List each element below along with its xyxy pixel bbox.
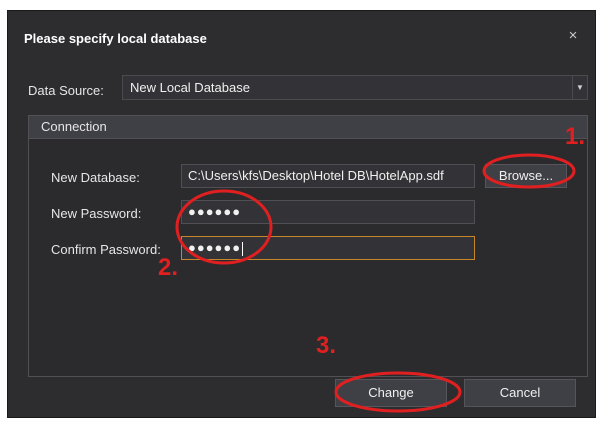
new-database-field[interactable]: C:\Users\kfs\Desktop\Hotel DB\HotelApp.s… [181, 164, 475, 188]
annotation-step-2: 2. [158, 254, 179, 281]
confirm-password-label: Confirm Password: [51, 242, 161, 257]
new-password-label: New Password: [51, 206, 142, 221]
dialog-title: Please specify local database [24, 31, 207, 46]
new-password-field[interactable]: ●●●●●● [181, 200, 475, 224]
confirm-password-value: ●●●●●● [188, 240, 242, 255]
annotation-step-1: 1. [565, 123, 586, 150]
browse-button[interactable]: Browse... [485, 164, 567, 188]
close-icon[interactable]: × [565, 28, 581, 44]
text-caret [242, 241, 244, 256]
cancel-button[interactable]: Cancel [464, 379, 576, 407]
data-source-value: New Local Database [130, 80, 250, 95]
data-source-select[interactable]: New Local Database ▼ [122, 75, 588, 100]
data-source-label: Data Source: [28, 83, 104, 98]
connection-group: Connection New Database: C:\Users\kfs\De… [28, 115, 588, 377]
new-database-label: New Database: [51, 170, 140, 185]
connection-header: Connection [29, 116, 587, 139]
confirm-password-field[interactable]: ●●●●●● [181, 236, 475, 260]
chevron-down-icon[interactable]: ▼ [572, 76, 587, 99]
database-dialog: Please specify local database × Data Sou… [7, 10, 596, 418]
change-button[interactable]: Change [335, 379, 447, 407]
annotation-step-3: 3. [316, 332, 337, 359]
